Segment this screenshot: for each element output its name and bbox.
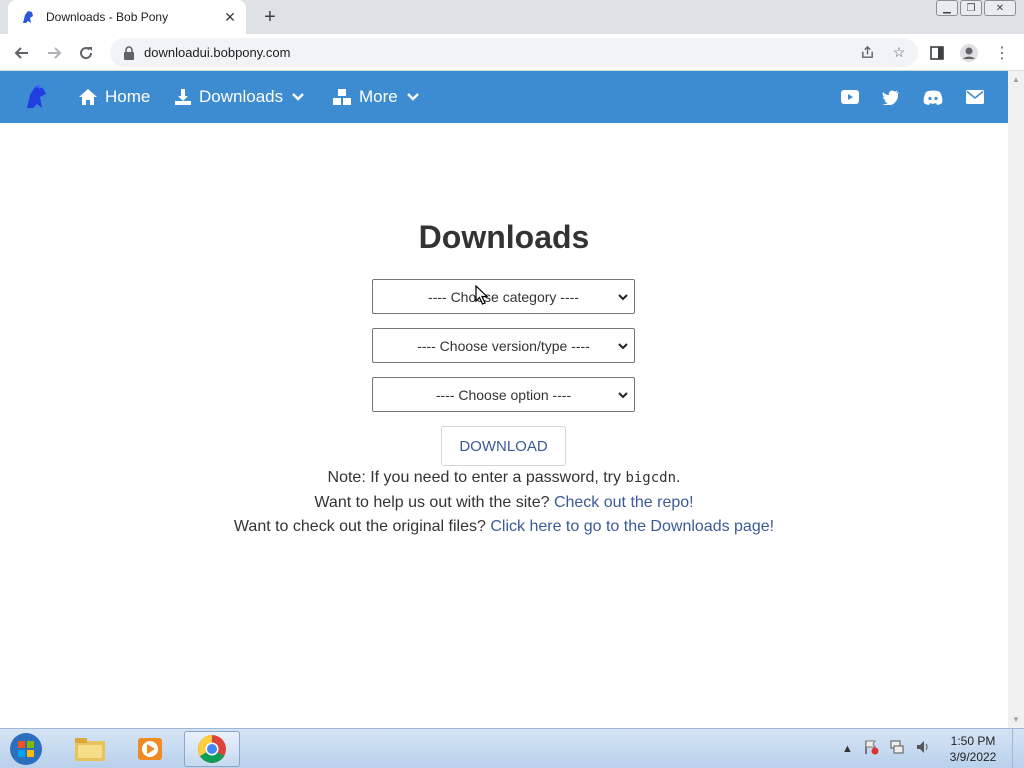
- cubes-icon: [332, 88, 352, 106]
- scroll-up-icon[interactable]: ▲: [1012, 75, 1020, 84]
- minimize-button[interactable]: ▁: [936, 0, 958, 16]
- nav-home[interactable]: Home: [78, 71, 150, 123]
- chrome-taskbar-icon[interactable]: [184, 731, 240, 767]
- clock-date: 3/9/2022: [949, 750, 997, 764]
- category-select[interactable]: ---- Choose category ----: [372, 279, 635, 314]
- chevron-down-icon: [406, 92, 419, 102]
- close-window-button[interactable]: ✕: [984, 0, 1016, 16]
- twitter-icon[interactable]: [881, 88, 901, 106]
- page-title: Downloads: [418, 219, 590, 255]
- tab-close-icon[interactable]: ✕: [220, 7, 240, 27]
- show-desktop-button[interactable]: [1012, 729, 1024, 768]
- chevron-down-icon: [618, 339, 628, 355]
- chevron-down-icon: [292, 92, 304, 102]
- media-player-taskbar-icon[interactable]: [122, 731, 178, 767]
- back-icon[interactable]: [11, 42, 33, 64]
- share-icon[interactable]: [858, 43, 876, 61]
- mail-icon[interactable]: [965, 88, 985, 106]
- youtube-icon[interactable]: [840, 88, 860, 106]
- volume-icon[interactable]: [915, 739, 931, 758]
- tray-expand-icon[interactable]: ▲: [842, 743, 853, 755]
- version-select-value: ---- Choose version/type ----: [417, 337, 590, 354]
- nav-downloads-label: Downloads: [199, 87, 284, 106]
- browser-titlebar: Downloads - Bob Pony ✕ + ▁ ❐ ✕: [0, 0, 1024, 34]
- browser-menu-icon[interactable]: ⋮: [991, 42, 1013, 64]
- site-navbar: Home Downloads More: [0, 71, 1008, 123]
- chevron-down-icon: [618, 290, 628, 306]
- reload-icon[interactable]: [75, 42, 97, 64]
- password-note: Note: If you need to enter a password, t…: [0, 469, 1008, 487]
- repo-link[interactable]: Check out the repo!: [554, 494, 694, 511]
- start-button[interactable]: [6, 731, 46, 767]
- nav-more-label: More: [359, 87, 398, 106]
- tab-title: Downloads - Bob Pony: [46, 10, 169, 24]
- window-controls: ▁ ❐ ✕: [936, 0, 1016, 16]
- restore-button[interactable]: ❐: [960, 0, 982, 16]
- category-select-value: ---- Choose category ----: [428, 288, 579, 305]
- password-note-text: Note: If you need to enter a password, t…: [327, 469, 626, 486]
- forward-icon[interactable]: [43, 42, 65, 64]
- download-icon: [174, 88, 192, 106]
- page-viewport: Home Downloads More Downloads ---- Choos…: [0, 71, 1008, 728]
- bobpony-favicon-icon: [20, 9, 36, 25]
- option-select[interactable]: ---- Choose option ----: [372, 377, 635, 412]
- clock-time: 1:50 PM: [950, 734, 996, 748]
- address-bar[interactable]: downloadui.bobpony.com ☆: [110, 38, 918, 67]
- windows-taskbar: ▲ 1:50 PM 3/9/2022: [0, 728, 1024, 768]
- chevron-down-icon: [618, 388, 628, 404]
- bookmark-star-icon[interactable]: ☆: [890, 43, 908, 61]
- home-icon: [78, 88, 98, 106]
- download-button[interactable]: DOWNLOAD: [441, 426, 566, 466]
- version-select[interactable]: ---- Choose version/type ----: [372, 328, 635, 363]
- file-explorer-taskbar-icon[interactable]: [62, 731, 118, 767]
- browser-tab[interactable]: Downloads - Bob Pony ✕: [8, 0, 246, 34]
- mouse-cursor-icon: [475, 284, 489, 310]
- help-note-text: Want to help us out with the site?: [314, 494, 554, 511]
- new-tab-icon[interactable]: +: [258, 6, 282, 28]
- discord-icon[interactable]: [923, 88, 943, 106]
- action-center-flag-icon[interactable]: [863, 739, 879, 758]
- page-scrollbar[interactable]: ▲ ▼: [1008, 71, 1024, 728]
- nav-more[interactable]: More: [332, 71, 419, 123]
- network-icon[interactable]: [889, 739, 905, 758]
- browser-toolbar: downloadui.bobpony.com ☆ ⋮: [0, 34, 1024, 71]
- password-value: bigcdn: [625, 470, 677, 486]
- side-panel-icon[interactable]: [926, 42, 948, 64]
- lock-icon[interactable]: [122, 45, 136, 60]
- profile-avatar-icon[interactable]: [958, 42, 980, 64]
- password-note-end: .: [676, 469, 681, 486]
- downloads-page-link[interactable]: Click here to go to the Downloads page!: [490, 518, 774, 535]
- bobpony-logo-icon[interactable]: [22, 83, 50, 111]
- url-text: downloadui.bobpony.com: [144, 45, 291, 60]
- option-select-value: ---- Choose option ----: [435, 386, 572, 403]
- nav-downloads[interactable]: Downloads: [174, 71, 304, 123]
- files-note: Want to check out the original files? Cl…: [0, 518, 1008, 536]
- scroll-down-icon[interactable]: ▼: [1012, 715, 1020, 724]
- nav-home-label: Home: [105, 87, 151, 106]
- files-note-text: Want to check out the original files?: [233, 518, 491, 535]
- taskbar-clock[interactable]: 1:50 PM 3/9/2022: [940, 733, 1006, 765]
- help-note: Want to help us out with the site? Check…: [0, 494, 1008, 512]
- system-tray: ▲: [842, 739, 931, 758]
